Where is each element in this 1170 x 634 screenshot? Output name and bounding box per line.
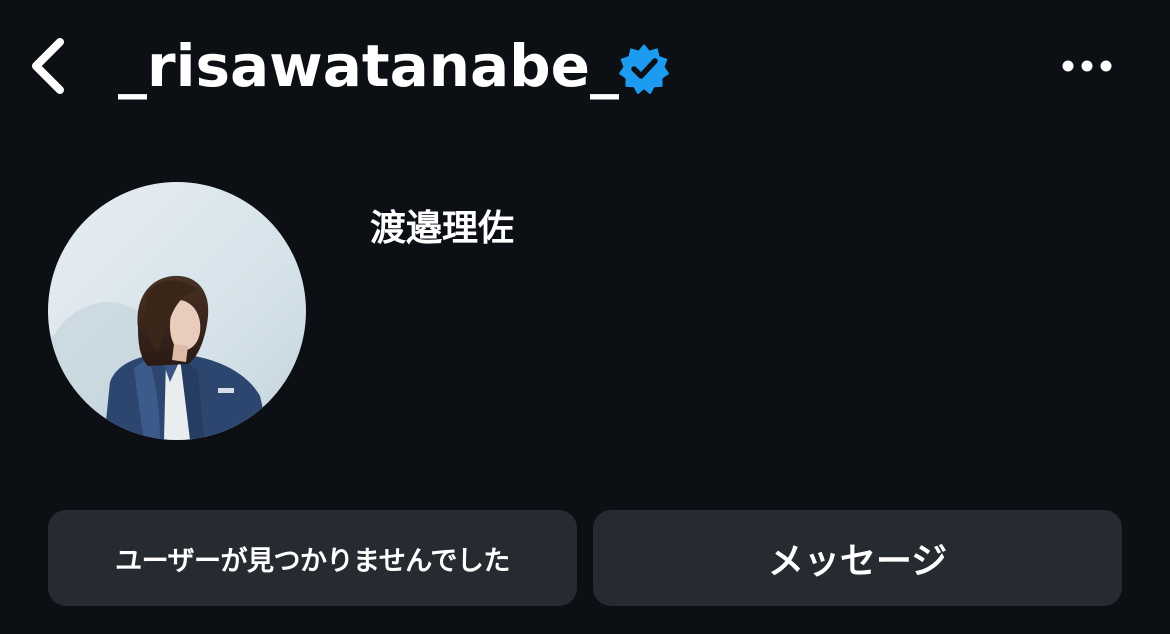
profile-header: _risawatanabe_: [0, 0, 1170, 140]
display-name: 渡邉理佐: [370, 208, 515, 249]
avatar[interactable]: [48, 182, 306, 440]
back-button[interactable]: [20, 32, 76, 100]
username-title: _risawatanabe_: [118, 32, 620, 100]
follow-status-label: ユーザーが見つかりませんでした: [115, 545, 510, 577]
more-horizontal-icon: [1062, 60, 1112, 72]
profile-photo: [48, 182, 306, 440]
chevron-left-icon: [32, 38, 64, 94]
message-button[interactable]: メッセージ: [593, 510, 1122, 606]
verified-badge-icon: [618, 44, 670, 94]
more-options-button[interactable]: [1056, 46, 1118, 86]
follow-status-button[interactable]: ユーザーが見つかりませんでした: [48, 510, 577, 606]
message-label: メッセージ: [767, 541, 948, 582]
